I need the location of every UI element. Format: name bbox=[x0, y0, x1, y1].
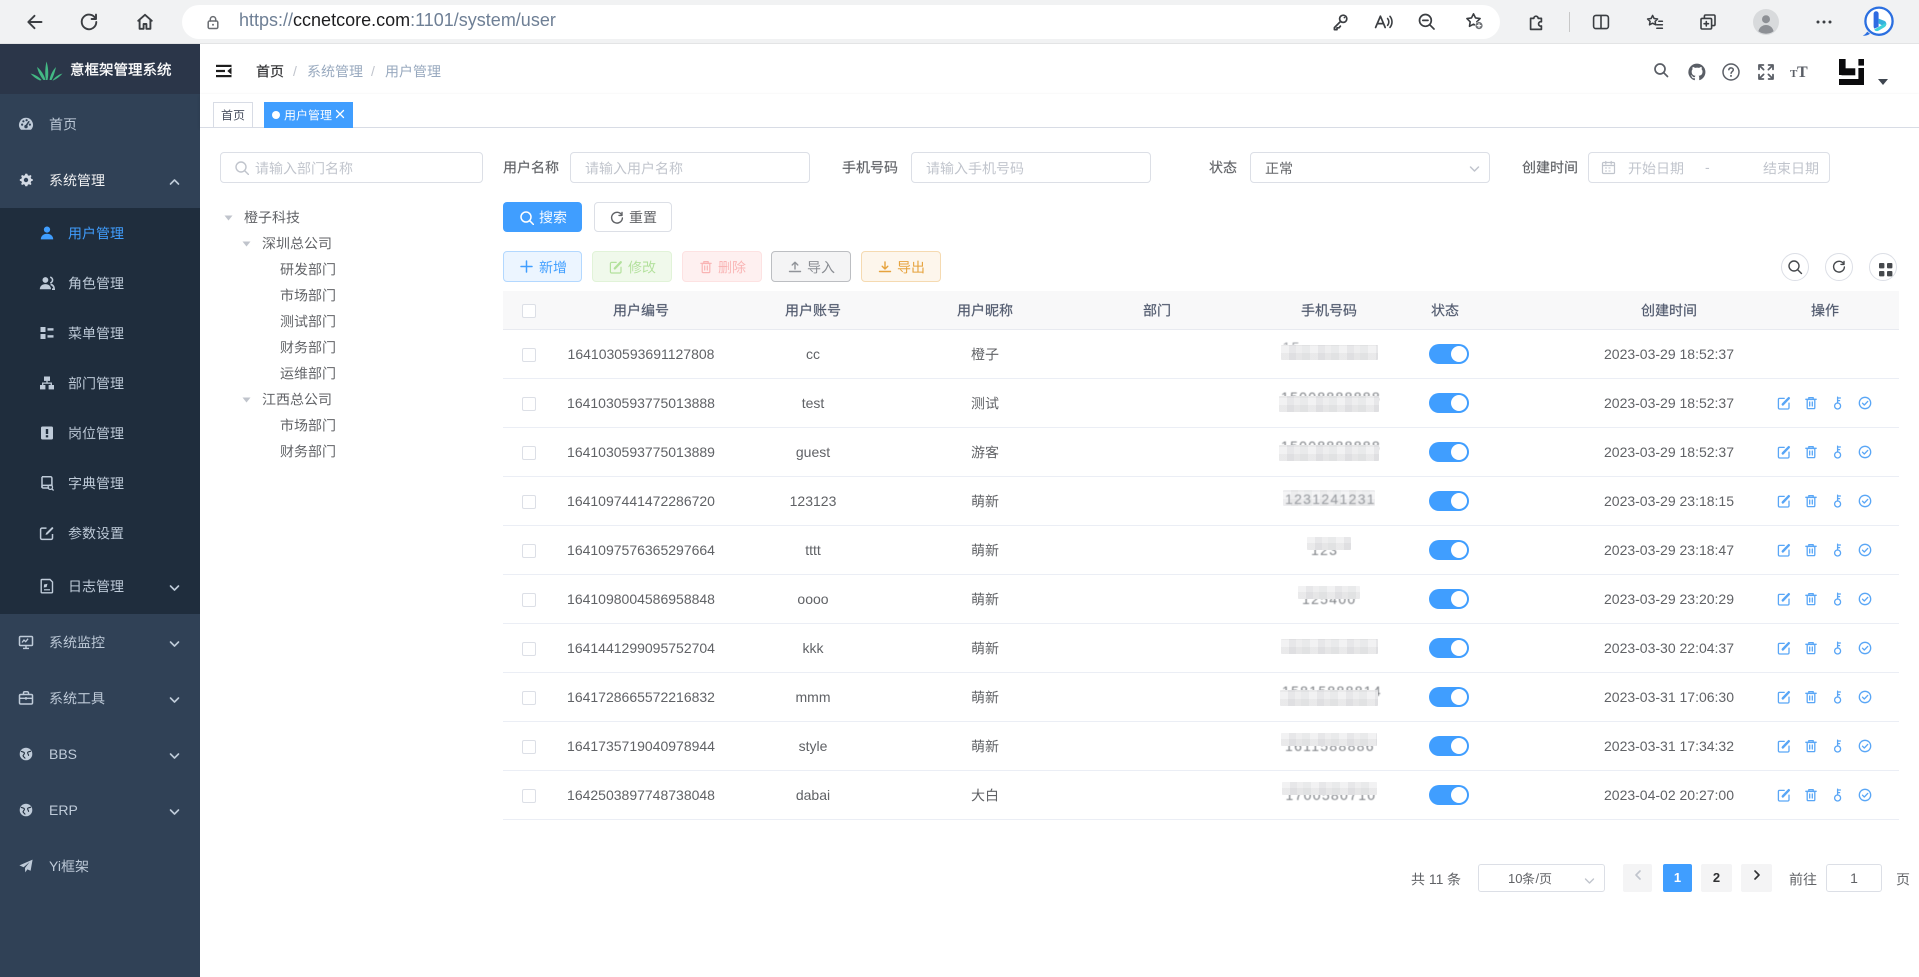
svg-text:T: T bbox=[1797, 64, 1808, 81]
